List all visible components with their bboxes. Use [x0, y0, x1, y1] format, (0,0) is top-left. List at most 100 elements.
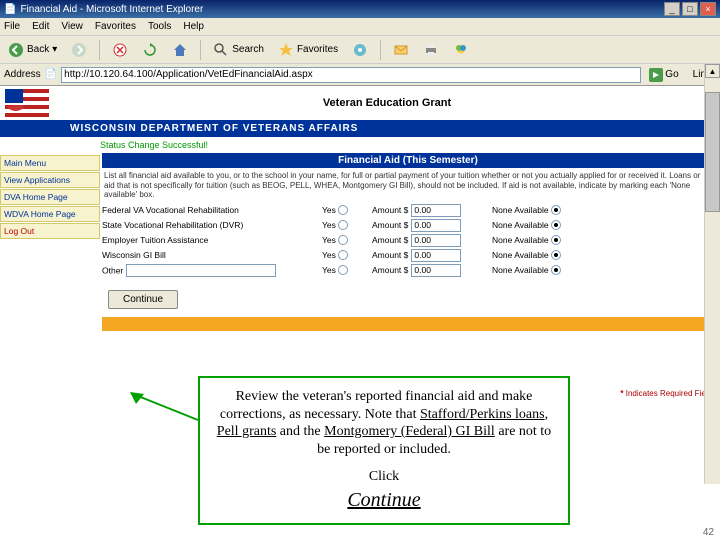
- none-radio[interactable]: [551, 205, 561, 215]
- amount-label: Amount $: [372, 265, 408, 275]
- address-input[interactable]: [61, 67, 641, 83]
- callout-arrow: [128, 392, 200, 432]
- menu-favorites[interactable]: Favorites: [95, 21, 136, 32]
- page-icon: 📄: [45, 69, 57, 80]
- yes-radio[interactable]: [338, 235, 348, 245]
- amount-input[interactable]: [411, 264, 461, 277]
- messenger-icon: [453, 42, 469, 58]
- row-label: Other: [102, 264, 322, 277]
- menu-edit[interactable]: Edit: [32, 21, 49, 32]
- back-button[interactable]: Back ▾: [4, 40, 61, 60]
- vertical-scrollbar[interactable]: ▲: [704, 64, 720, 484]
- none-radio[interactable]: [551, 265, 561, 275]
- yes-radio[interactable]: [338, 205, 348, 215]
- required-note: * Indicates Required Field: [620, 389, 712, 398]
- favorites-button[interactable]: Favorites: [274, 40, 342, 60]
- amount-input[interactable]: [411, 234, 461, 247]
- footer-bar: [102, 317, 714, 331]
- ie-icon: 📄: [4, 4, 16, 15]
- menu-view[interactable]: View: [61, 21, 83, 32]
- search-icon: [213, 42, 229, 58]
- scroll-up-icon[interactable]: ▲: [705, 64, 720, 78]
- go-icon: [649, 68, 663, 82]
- yes-label: Yes: [322, 265, 336, 275]
- row-label: Wisconsin GI Bill: [102, 250, 322, 260]
- close-button[interactable]: ×: [700, 2, 716, 16]
- callout-text: Review the veteran's reported financial …: [214, 388, 554, 458]
- address-label: Address: [4, 69, 41, 80]
- callout-click: Click: [214, 468, 554, 486]
- other-input[interactable]: [126, 264, 276, 277]
- menu-file[interactable]: File: [4, 21, 20, 32]
- none-radio[interactable]: [551, 235, 561, 245]
- forward-icon: [71, 42, 87, 58]
- window-title: Financial Aid - Microsoft Internet Explo…: [20, 4, 203, 15]
- home-icon: [172, 42, 188, 58]
- mail-button[interactable]: [389, 40, 413, 60]
- yes-label: Yes: [322, 205, 336, 215]
- mail-icon: [393, 42, 409, 58]
- callout-continue: Continue: [214, 488, 554, 513]
- messenger-button[interactable]: [449, 40, 473, 60]
- yes-label: Yes: [322, 235, 336, 245]
- search-label: Search: [232, 44, 264, 55]
- aid-row-wi-gi-bill: Wisconsin GI Bill Yes Amount $ None Avai…: [102, 248, 714, 263]
- print-icon: [423, 42, 439, 58]
- page-title: Veteran Education Grant: [54, 97, 720, 109]
- amount-input[interactable]: [411, 249, 461, 262]
- media-button[interactable]: [348, 40, 372, 60]
- none-radio[interactable]: [551, 220, 561, 230]
- flag-icon: [5, 89, 49, 117]
- refresh-button[interactable]: [138, 40, 162, 60]
- continue-button[interactable]: Continue: [108, 290, 178, 309]
- sidebar-item-logout[interactable]: Log Out: [0, 223, 100, 239]
- sidebar: Main Menu View Applications DVA Home Pag…: [0, 153, 100, 331]
- row-label: Federal VA Vocational Rehabilitation: [102, 205, 322, 215]
- maximize-button[interactable]: □: [682, 2, 698, 16]
- go-button[interactable]: Go: [645, 68, 682, 82]
- none-radio[interactable]: [551, 250, 561, 260]
- yes-label: Yes: [322, 220, 336, 230]
- slide-number: 42: [703, 527, 714, 538]
- instruction-callout: Review the veteran's reported financial …: [198, 376, 570, 525]
- instructions: List all financial aid available to you,…: [102, 168, 714, 203]
- menu-help[interactable]: Help: [183, 21, 204, 32]
- home-button[interactable]: [168, 40, 192, 60]
- scroll-thumb[interactable]: [705, 92, 720, 212]
- stop-button[interactable]: [108, 40, 132, 60]
- sidebar-item-wdva-home[interactable]: WDVA Home Page: [0, 206, 100, 222]
- sidebar-item-main[interactable]: Main Menu: [0, 155, 100, 171]
- none-label: None Available: [492, 250, 549, 260]
- forward-button[interactable]: [67, 40, 91, 60]
- media-icon: [352, 42, 368, 58]
- none-label: None Available: [492, 265, 549, 275]
- amount-label: Amount $: [372, 205, 408, 215]
- amount-input[interactable]: [411, 219, 461, 232]
- yes-radio[interactable]: [338, 220, 348, 230]
- minimize-button[interactable]: _: [664, 2, 680, 16]
- none-label: None Available: [492, 220, 549, 230]
- yes-radio[interactable]: [338, 265, 348, 275]
- menu-tools[interactable]: Tools: [148, 21, 171, 32]
- department-bar: WISCONSIN DEPARTMENT OF VETERANS AFFAIRS: [0, 120, 720, 137]
- sidebar-item-dva-home[interactable]: DVA Home Page: [0, 189, 100, 205]
- favorites-label: Favorites: [297, 44, 338, 55]
- row-label: Employer Tuition Assistance: [102, 235, 322, 245]
- logo-flag: [0, 86, 54, 120]
- row-label: State Vocational Rehabilitation (DVR): [102, 220, 322, 230]
- none-label: None Available: [492, 235, 549, 245]
- sidebar-item-view-apps[interactable]: View Applications: [0, 172, 100, 188]
- section-header: Financial Aid (This Semester) ?: [102, 153, 714, 168]
- search-button[interactable]: Search: [209, 40, 268, 60]
- none-label: None Available: [492, 205, 549, 215]
- amount-label: Amount $: [372, 235, 408, 245]
- amount-label: Amount $: [372, 220, 408, 230]
- amount-label: Amount $: [372, 250, 408, 260]
- dropdown-icon: ▾: [52, 44, 57, 55]
- yes-radio[interactable]: [338, 250, 348, 260]
- aid-row-federal-va: Federal VA Vocational Rehabilitation Yes…: [102, 203, 714, 218]
- back-icon: [8, 42, 24, 58]
- stop-icon: [112, 42, 128, 58]
- amount-input[interactable]: [411, 204, 461, 217]
- print-button[interactable]: [419, 40, 443, 60]
